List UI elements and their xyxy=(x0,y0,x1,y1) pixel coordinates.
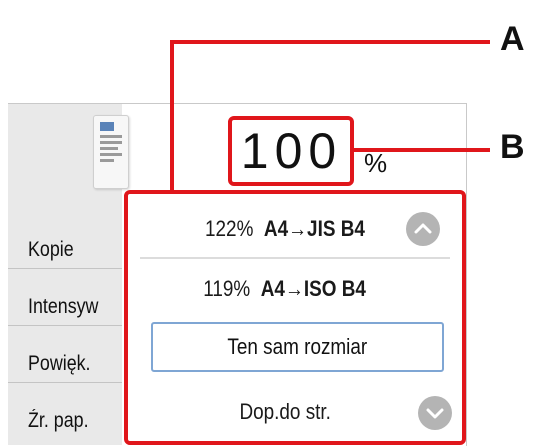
callout-a-line xyxy=(170,40,174,192)
menu-item-paper-source[interactable]: Źr. pap. xyxy=(8,383,122,439)
menu-item-label: Powięk. xyxy=(28,352,91,375)
menu-item-magnification[interactable]: Powięk. xyxy=(8,326,122,383)
menu-item-label: Intensyw xyxy=(28,295,99,318)
zoom-value-highlight xyxy=(228,116,354,186)
callout-b-label: B xyxy=(500,128,525,166)
menu-item-copies[interactable]: Kopie xyxy=(8,212,122,269)
menu-item-label: Źr. pap. xyxy=(28,409,89,432)
callout-a-label: A xyxy=(500,20,525,58)
menu-item-label: Kopie xyxy=(28,238,74,261)
zoom-unit: % xyxy=(364,148,388,178)
menu-item-intensity[interactable]: Intensyw xyxy=(8,269,122,326)
callout-b-line xyxy=(352,148,490,152)
document-preview-icon xyxy=(93,115,129,189)
options-list-highlight xyxy=(124,190,466,445)
callout-a-line xyxy=(170,40,490,44)
